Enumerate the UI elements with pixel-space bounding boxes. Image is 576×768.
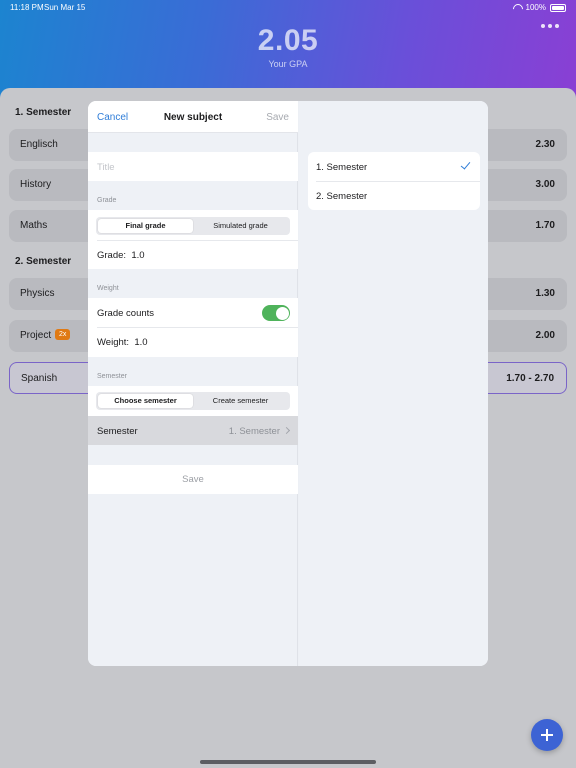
grade-type-segmented-control: Final grade Simulated grade xyxy=(96,217,290,235)
subject-grade: 1.70 - 2.70 xyxy=(506,373,554,384)
subject-grade: 2.30 xyxy=(535,139,555,150)
title-placeholder: Title xyxy=(97,162,115,173)
grade-group-label: Grade xyxy=(97,197,117,204)
semester-mode-segmented-control: Choose semester Create semester xyxy=(96,392,290,410)
grade-field[interactable]: Grade: 1.0 xyxy=(97,250,145,261)
segment-final-grade[interactable]: Final grade xyxy=(98,219,193,233)
semester-options-pane: 1. Semester 2. Semester xyxy=(299,101,488,666)
subject-name: Spanish xyxy=(21,373,58,384)
grade-field-value: 1.0 xyxy=(131,250,145,261)
chevron-right-icon xyxy=(282,426,291,435)
status-time: 11:18 PM xyxy=(10,3,44,12)
section-title: 1. Semester xyxy=(15,107,72,118)
save-button[interactable]: Save xyxy=(88,465,298,494)
plus-icon xyxy=(541,729,553,741)
separator xyxy=(97,327,298,328)
weight-badge: 2x xyxy=(55,329,71,340)
more-icon[interactable] xyxy=(541,24,559,30)
separator xyxy=(97,240,298,241)
subject-name: Maths xyxy=(20,220,48,231)
subject-name: History xyxy=(20,179,52,190)
subject-grade: 2.00 xyxy=(535,330,555,341)
semester-option-1[interactable]: 1. Semester xyxy=(308,152,480,181)
add-subject-button[interactable] xyxy=(531,719,563,751)
battery-icon xyxy=(550,3,566,12)
subject-name: Physics xyxy=(20,288,55,299)
weight-field[interactable]: Weight: 1.0 xyxy=(97,337,148,348)
subject-name: Englisch xyxy=(20,139,58,150)
gpa-value: 2.05 xyxy=(257,24,319,57)
semester-option-label: 2. Semester xyxy=(316,191,368,202)
segment-choose-semester[interactable]: Choose semester xyxy=(98,394,193,408)
wifi-icon xyxy=(512,4,522,12)
semester-group-label: Semester xyxy=(97,373,127,380)
grade-counts-toggle[interactable] xyxy=(262,305,290,321)
weight-group-label: Weight xyxy=(97,285,119,292)
battery-percent: 100% xyxy=(525,3,546,12)
semester-option-label: 1. Semester xyxy=(316,162,368,173)
weight-group: Grade counts Weight: 1.0 xyxy=(88,298,298,357)
segment-simulated-grade[interactable]: Simulated grade xyxy=(193,219,288,233)
grade-group: Final grade Simulated grade Grade: 1.0 xyxy=(88,210,298,269)
semester-row-label: Semester xyxy=(97,426,138,437)
subject-grade: 3.00 xyxy=(535,179,555,190)
semester-row-value: 1. Semester xyxy=(228,426,280,437)
section-title: 2. Semester xyxy=(15,256,72,267)
home-indicator xyxy=(200,760,376,764)
gpa-label: Your GPA xyxy=(268,59,308,69)
semester-options-list: 1. Semester 2. Semester xyxy=(308,152,480,210)
modal-form-pane: Cancel New subject Save Title Grade Fina… xyxy=(88,101,298,666)
title-input[interactable]: Title xyxy=(88,152,298,181)
subject-name: Project xyxy=(20,330,52,341)
status-right: 100% xyxy=(512,3,566,12)
modal-nav-bar: Cancel New subject Save xyxy=(88,101,298,133)
grade-field-label: Grade: xyxy=(97,250,127,261)
grade-counts-label: Grade counts xyxy=(97,308,155,319)
segment-create-semester[interactable]: Create semester xyxy=(193,394,288,408)
subject-grade: 1.30 xyxy=(535,288,555,299)
weight-field-value: 1.0 xyxy=(134,337,148,348)
status-bar: 11:18 PM Sun Mar 15 100% xyxy=(0,3,576,15)
subject-grade: 1.70 xyxy=(535,220,555,231)
semester-picker-row[interactable]: Semester 1. Semester xyxy=(88,416,298,445)
semester-mode-group: Choose semester Create semester xyxy=(88,386,298,416)
save-nav-button[interactable]: Save xyxy=(266,112,289,123)
checkmark-icon xyxy=(460,159,471,170)
semester-option-2[interactable]: 2. Semester xyxy=(308,181,480,210)
weight-field-label: Weight: xyxy=(97,337,130,348)
status-date: Sun Mar 15 xyxy=(44,3,86,12)
new-subject-modal: Cancel New subject Save Title Grade Fina… xyxy=(88,101,488,666)
